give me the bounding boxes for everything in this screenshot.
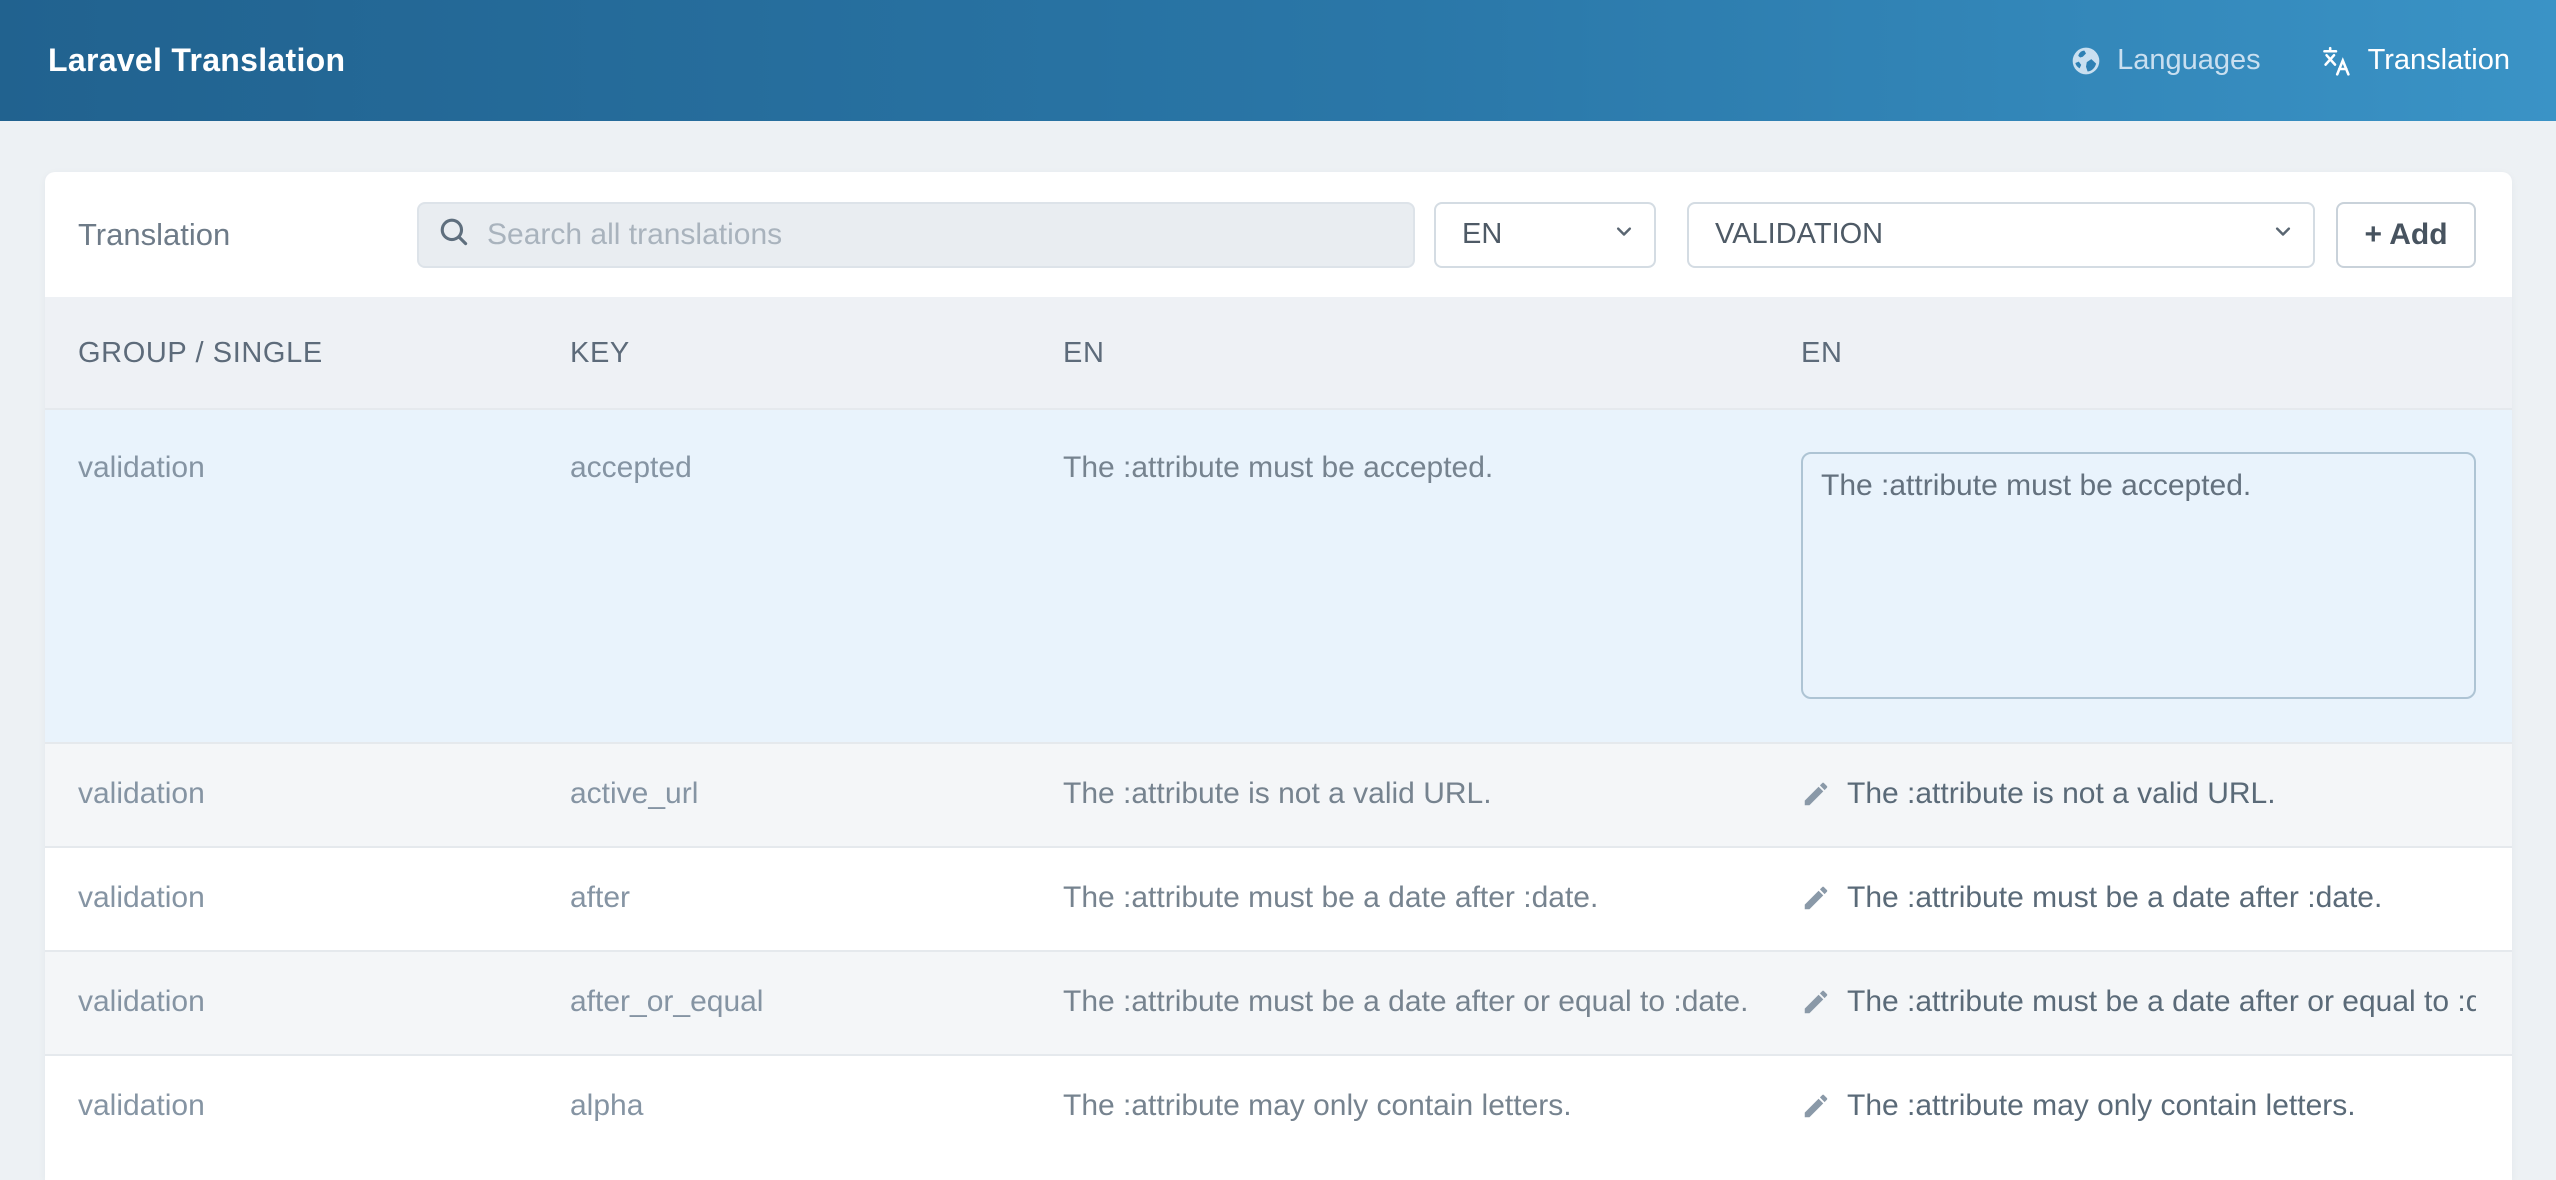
nav-item-translation[interactable]: Translation — [2319, 44, 2510, 78]
column-header-source: EN — [1063, 331, 1801, 375]
cell-group: validation — [78, 772, 570, 822]
edit-pencil-icon[interactable] — [1801, 1084, 1831, 1134]
translation-row[interactable]: validationacceptedThe :attribute must be… — [45, 408, 2512, 742]
nav-languages-label: Languages — [2117, 44, 2261, 77]
cell-target: The :attribute must be accepted. — [1801, 446, 2476, 718]
locale-select-value: EN — [1462, 218, 1502, 251]
translation-row[interactable]: validationafter_or_equalThe :attribute m… — [45, 950, 2512, 1054]
chevron-down-icon — [2269, 217, 2297, 253]
column-header-key: KEY — [570, 331, 1063, 375]
edit-pencil-icon[interactable] — [1801, 980, 1831, 1030]
cell-key: after — [570, 876, 1063, 926]
column-header-target: EN — [1801, 331, 2476, 375]
search-input[interactable] — [487, 218, 1397, 252]
table-header-row: GROUP / SINGLE KEY EN EN — [45, 297, 2512, 408]
content-card: Translation EN VALIDATION — [45, 172, 2512, 1180]
cell-source: The :attribute is not a valid URL. — [1063, 772, 1801, 822]
cell-group: validation — [78, 876, 570, 926]
search-box[interactable] — [417, 202, 1415, 268]
app-brand[interactable]: Laravel Translation — [48, 42, 345, 79]
locale-select[interactable]: EN — [1434, 202, 1656, 268]
translation-editor[interactable]: The :attribute must be accepted. — [1801, 452, 2476, 699]
translation-text: The :attribute may only contain letters. — [1847, 1084, 2356, 1134]
nav-translation-label: Translation — [2368, 44, 2510, 77]
edit-pencil-icon[interactable] — [1801, 772, 1831, 822]
translation-text: The :attribute must be a date after :dat… — [1847, 876, 2382, 926]
nav-item-languages[interactable]: Languages — [2070, 44, 2261, 77]
search-icon — [437, 215, 471, 254]
cell-key: active_url — [570, 772, 1063, 822]
cell-target: The :attribute must be a date after or e… — [1801, 980, 2476, 1030]
add-button[interactable]: + Add — [2336, 202, 2476, 268]
cell-target: The :attribute is not a valid URL. — [1801, 772, 2476, 822]
cell-source: The :attribute must be a date after or e… — [1063, 980, 1801, 1030]
group-select[interactable]: VALIDATION — [1687, 202, 2315, 268]
cell-source: The :attribute must be a date after :dat… — [1063, 876, 1801, 926]
cell-group: validation — [78, 446, 570, 718]
cell-key: alpha — [570, 1084, 1063, 1134]
column-header-group: GROUP / SINGLE — [78, 331, 570, 375]
navbar: Laravel Translation Languages — [0, 0, 2556, 121]
chevron-down-icon — [1610, 217, 1638, 253]
page-title: Translation — [78, 217, 417, 253]
cell-key: after_or_equal — [570, 980, 1063, 1030]
edit-pencil-icon[interactable] — [1801, 876, 1831, 926]
toolbar: Translation EN VALIDATION — [45, 172, 2512, 297]
translation-text: The :attribute is not a valid URL. — [1847, 772, 2276, 822]
translation-text: The :attribute must be a date after or e… — [1847, 980, 2476, 1030]
cell-group: validation — [78, 980, 570, 1030]
navbar-links: Languages Translation — [2070, 44, 2510, 78]
translation-row[interactable]: validationactive_urlThe :attribute is no… — [45, 742, 2512, 846]
cell-source: The :attribute must be accepted. — [1063, 446, 1801, 718]
cell-key: accepted — [570, 446, 1063, 718]
cell-target: The :attribute may only contain letters. — [1801, 1084, 2476, 1134]
cell-target: The :attribute must be a date after :dat… — [1801, 876, 2476, 926]
translate-icon — [2319, 44, 2353, 78]
cell-source: The :attribute may only contain letters. — [1063, 1084, 1801, 1134]
translation-row[interactable]: validationafterThe :attribute must be a … — [45, 846, 2512, 950]
cell-group: validation — [78, 1084, 570, 1134]
group-select-value: VALIDATION — [1715, 218, 1883, 251]
globe-icon — [2070, 45, 2102, 77]
table-body: validationacceptedThe :attribute must be… — [45, 408, 2512, 1158]
translation-row[interactable]: validationalphaThe :attribute may only c… — [45, 1054, 2512, 1158]
